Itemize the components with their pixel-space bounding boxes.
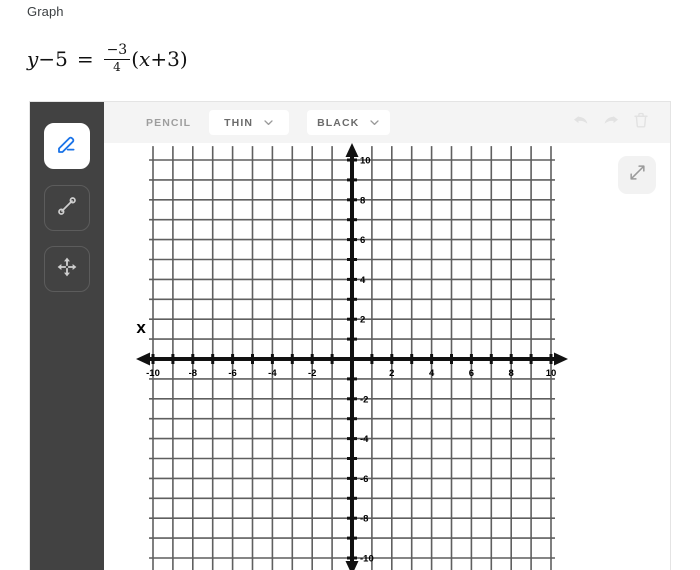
tool-move-button[interactable]	[44, 246, 90, 292]
x-axis-tick-label: -2	[308, 368, 316, 379]
equation-display: y − 5 = −3 4 ( x + 3 )	[27, 42, 188, 75]
equation-rhs-variable: x	[139, 47, 151, 72]
x-axis-tick-label: 10	[546, 368, 557, 379]
equation-lhs-constant: 5	[55, 47, 68, 72]
toolbar-actions	[566, 108, 670, 138]
equation-paren-close: )	[179, 47, 188, 72]
tool-line-segment-button[interactable]	[44, 185, 90, 231]
x-axis-tick-label: 4	[429, 368, 435, 379]
chevron-down-icon	[263, 117, 274, 128]
y-axis-tick-label: -6	[360, 474, 368, 485]
move-arrows-icon	[55, 255, 79, 284]
equation-equals-sign: =	[76, 47, 94, 72]
y-axis-tick-label: -4	[360, 434, 369, 445]
y-axis-tick-label: -10	[360, 554, 374, 565]
drawing-toolbar: PENCIL THIN BLACK	[104, 102, 670, 143]
x-axis-tick-label: -8	[189, 368, 197, 379]
fraction-numerator: −3	[106, 42, 128, 58]
equation-lhs-operator: −	[38, 47, 56, 72]
pencil-icon	[55, 132, 79, 161]
redo-icon	[601, 110, 621, 135]
color-dropdown[interactable]: BLACK	[307, 110, 391, 135]
x-axis-tick-label: -10	[146, 368, 160, 379]
graph-exercise-page: Graph y − 5 = −3 4 ( x + 3 ) PENCIL THIN…	[0, 0, 700, 570]
y-axis-tick-label: 2	[360, 315, 365, 326]
y-axis-tick-label: 8	[360, 195, 365, 206]
y-axis-tick-label: 6	[360, 235, 365, 246]
x-axis-tick-label: 2	[389, 368, 394, 379]
graph-canvas[interactable]: -10 -8 -6 -4 -2 2 4 6 8 10 10 8 6 4 2 -2 -4 -6 -8 -10 x	[104, 143, 671, 570]
color-value: BLACK	[317, 116, 360, 129]
y-axis-tick-label: -8	[360, 514, 368, 525]
line-segment-icon	[55, 194, 79, 223]
thickness-value: THIN	[224, 116, 254, 129]
equation-lhs-variable: y	[27, 47, 39, 72]
x-axis-tick-label: -4	[268, 368, 277, 379]
y-axis-tick-label: 10	[360, 156, 371, 167]
undo-icon	[571, 110, 591, 135]
delete-button[interactable]	[626, 108, 656, 138]
canvas-corner-mark: x	[136, 318, 146, 337]
equation-rhs-constant: 3	[167, 47, 180, 72]
graph-widget: PENCIL THIN BLACK -10 -8 -6 -4 -2 2 4 6 …	[29, 101, 671, 570]
tool-rail	[30, 102, 104, 570]
equation-rhs-operator: +	[150, 47, 168, 72]
page-title: Graph	[27, 4, 64, 19]
x-axis-tick-label: 8	[509, 368, 514, 379]
coordinate-grid[interactable]: -10 -8 -6 -4 -2 2 4 6 8 10 10 8 6 4 2 -2 -4 -6 -8 -10 x	[104, 143, 671, 570]
undo-button[interactable]	[566, 108, 596, 138]
x-axis-tick-label: 6	[469, 368, 474, 379]
x-axis-tick-label: -6	[228, 368, 236, 379]
redo-button[interactable]	[596, 108, 626, 138]
thickness-dropdown[interactable]: THIN	[209, 110, 290, 135]
y-axis-tick-label: 4	[360, 275, 366, 286]
y-axis-tick-label: -2	[360, 394, 368, 405]
trash-icon	[631, 110, 651, 135]
equation-fraction: −3 4	[103, 42, 131, 75]
toolbar-mode-label: PENCIL	[146, 116, 192, 129]
tool-pencil-button[interactable]	[44, 123, 90, 169]
expand-button[interactable]	[618, 156, 656, 194]
expand-arrows-icon	[628, 163, 647, 187]
chevron-down-icon	[369, 117, 380, 128]
fraction-denominator: 4	[113, 60, 121, 75]
equation-paren-open: (	[131, 47, 140, 72]
